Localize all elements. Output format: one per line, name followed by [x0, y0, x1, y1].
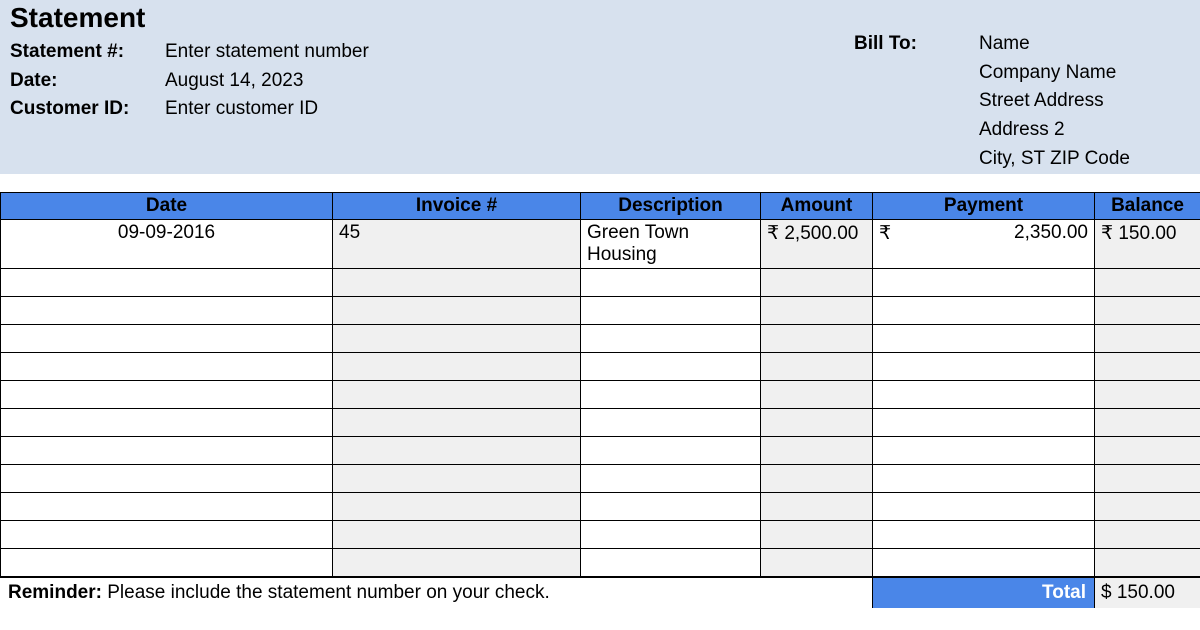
statement-num-value[interactable]: Enter statement number — [165, 40, 369, 65]
statement-num-label: Statement #: — [10, 40, 165, 65]
table-header-row: Date Invoice # Description Amount Paymen… — [1, 193, 1200, 220]
meta-row-date: Date: August 14, 2023 — [10, 69, 369, 94]
table-row — [1, 409, 1200, 437]
table-row — [1, 353, 1200, 381]
table-row: 09-09-2016 45 Green Town Housing ₹ 2,500… — [1, 220, 1200, 269]
table-row — [1, 269, 1200, 297]
date-label: Date: — [10, 69, 165, 94]
col-balance: Balance — [1095, 193, 1200, 220]
table-row — [1, 437, 1200, 465]
bill-to-citystzip[interactable]: City, ST ZIP Code — [979, 147, 1130, 172]
total-value: $ 150.00 — [1094, 578, 1200, 608]
table-row — [1, 297, 1200, 325]
bill-to-street[interactable]: Street Address — [979, 89, 1130, 114]
col-date: Date — [1, 193, 333, 220]
reminder-body: Please include the statement number on y… — [102, 582, 550, 603]
table-row — [1, 521, 1200, 549]
bill-to-address2[interactable]: Address 2 — [979, 118, 1130, 143]
col-amount: Amount — [761, 193, 873, 220]
footer-row: Reminder: Please include the statement n… — [0, 577, 1200, 608]
bill-to-name[interactable]: Name — [979, 32, 1130, 57]
col-payment: Payment — [873, 193, 1095, 220]
cell-date[interactable]: 09-09-2016 — [1, 220, 333, 269]
cell-amount[interactable]: ₹ 2,500.00 — [761, 220, 873, 269]
meta-row-statement: Statement #: Enter statement number — [10, 40, 369, 65]
statement-table: Date Invoice # Description Amount Paymen… — [0, 192, 1200, 577]
reminder-text: Reminder: Please include the statement n… — [0, 578, 872, 608]
statement-meta: Statement Statement #: Enter statement n… — [10, 2, 369, 126]
cell-invoice[interactable]: 45 — [333, 220, 581, 269]
total-label: Total — [872, 578, 1094, 608]
payment-symbol: ₹ — [879, 222, 891, 245]
reminder-bold: Reminder: — [8, 582, 102, 603]
col-invoice: Invoice # — [333, 193, 581, 220]
cell-balance[interactable]: ₹ 150.00 — [1095, 220, 1200, 269]
table-row — [1, 325, 1200, 353]
page-title: Statement — [10, 2, 369, 34]
date-value[interactable]: August 14, 2023 — [165, 69, 303, 94]
customer-id-label: Customer ID: — [10, 97, 165, 122]
table-row — [1, 465, 1200, 493]
table-body: 09-09-2016 45 Green Town Housing ₹ 2,500… — [1, 220, 1200, 577]
bill-to-lines: Name Company Name Street Address Address… — [979, 32, 1130, 175]
bill-to-block: Bill To: Name Company Name Street Addres… — [854, 2, 1190, 179]
payment-value: 2,350.00 — [1014, 222, 1088, 244]
col-description: Description — [581, 193, 761, 220]
bill-to-company[interactable]: Company Name — [979, 61, 1130, 86]
meta-row-customer: Customer ID: Enter customer ID — [10, 97, 369, 122]
bill-to-label: Bill To: — [854, 32, 979, 175]
cell-description[interactable]: Green Town Housing — [581, 220, 761, 269]
customer-id-value[interactable]: Enter customer ID — [165, 97, 318, 122]
cell-payment[interactable]: ₹ 2,350.00 — [873, 220, 1095, 269]
header-block: Statement Statement #: Enter statement n… — [0, 0, 1200, 174]
table-row — [1, 381, 1200, 409]
table-row — [1, 549, 1200, 577]
table-row — [1, 493, 1200, 521]
